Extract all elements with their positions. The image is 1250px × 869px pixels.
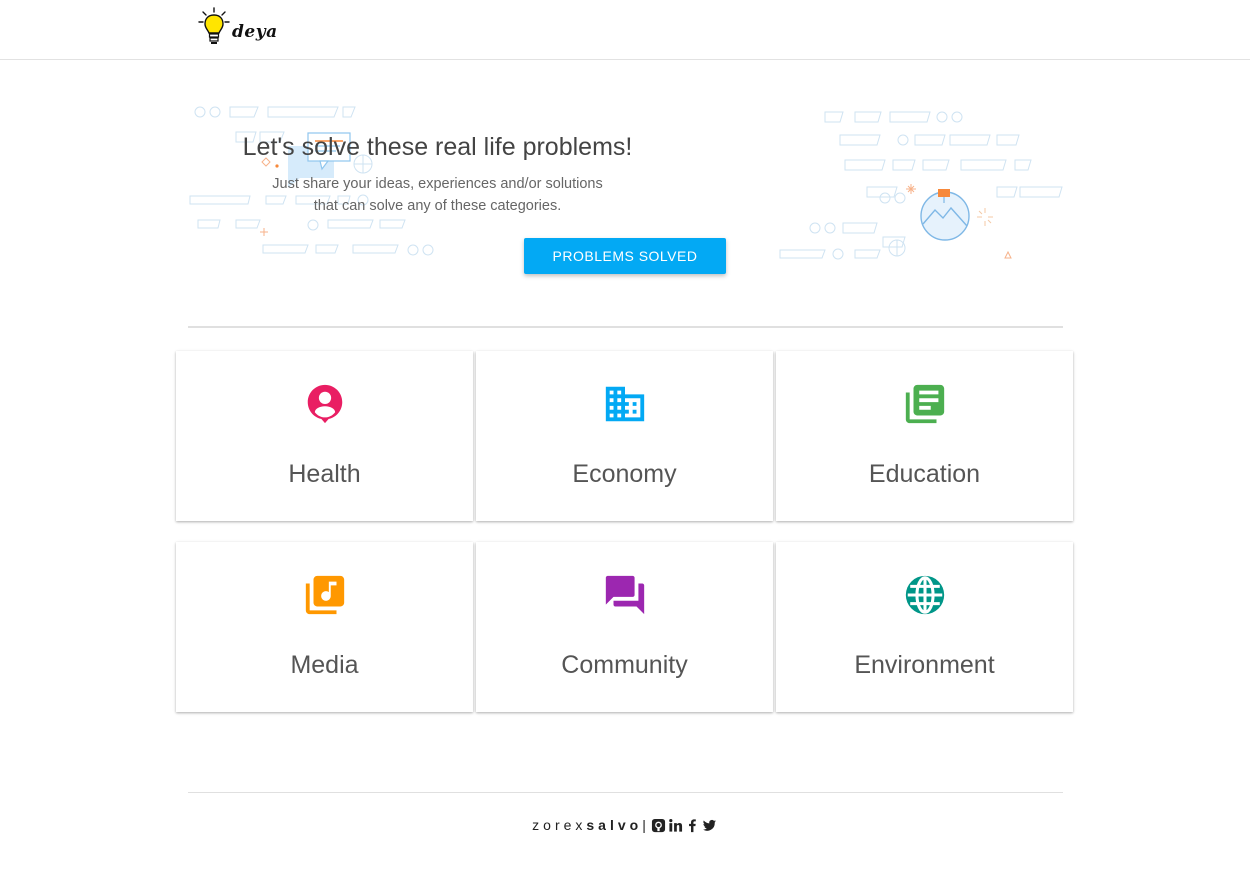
library-books-icon [905,384,945,424]
category-label: Community [561,651,688,679]
author-last-name: salvo [586,817,643,833]
category-label: Health [288,460,361,488]
github-icon[interactable] [651,818,666,833]
footer: zorexsalvo | [0,817,1250,833]
category-label: Education [868,460,981,488]
footer-divider [188,792,1063,793]
facebook-icon[interactable] [685,818,700,833]
footer-separator: | [642,817,646,833]
problems-solved-button[interactable]: PROBLEMS SOLVED [524,238,726,274]
category-card-media[interactable]: Media [176,542,473,712]
category-label: Environment [854,651,995,679]
category-card-community[interactable]: Community [476,542,773,712]
author-first-name: zorex [532,817,587,833]
brand-logo[interactable]: deya [198,6,278,48]
section-divider [188,326,1063,328]
category-label: Media [290,651,359,679]
business-icon [605,386,645,422]
category-card-health[interactable]: Health [176,351,473,521]
forum-icon [605,575,645,615]
hero-title: Let's solve these real life problems! [242,133,633,161]
logo-text: deya [232,22,278,42]
hero-subtitle-line-2: that can solve any of these categories. [313,198,562,214]
category-card-economy[interactable]: Economy [476,351,773,521]
category-label: Economy [572,460,677,488]
hero-subtitle-line-1: Just share your ideas, experiences and/o… [272,176,603,192]
globe-icon [905,575,945,615]
category-card-environment[interactable]: Environment [776,542,1073,712]
hero-subtitle: Just share your ideas, experiences and/o… [0,173,875,217]
twitter-icon[interactable] [702,818,717,833]
author-credit[interactable]: zorexsalvo [532,817,642,833]
top-navbar: deya [0,0,1250,60]
lightbulb-icon [198,7,230,44]
library-music-icon [305,575,345,615]
person-pin-icon [307,384,343,424]
category-card-education[interactable]: Education [776,351,1073,521]
linkedin-icon[interactable] [668,818,683,833]
